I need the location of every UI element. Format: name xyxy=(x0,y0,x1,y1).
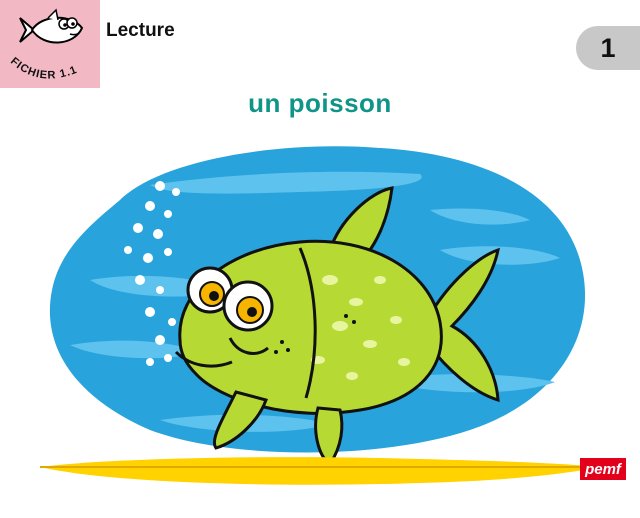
section-title: Lecture xyxy=(106,20,175,41)
fish-illustration xyxy=(49,146,586,467)
page-number: 1 xyxy=(600,32,616,63)
publisher-logo: pemf xyxy=(580,458,626,480)
svg-text:FICHIER 1.1: FICHIER 1.1 xyxy=(8,56,79,82)
word-title: un poisson xyxy=(248,88,392,118)
small-fish-icon xyxy=(19,8,84,44)
page-number-badge: 1 xyxy=(576,26,640,70)
publisher-logo-text: pemf xyxy=(585,460,621,478)
sand-strip xyxy=(40,457,600,485)
